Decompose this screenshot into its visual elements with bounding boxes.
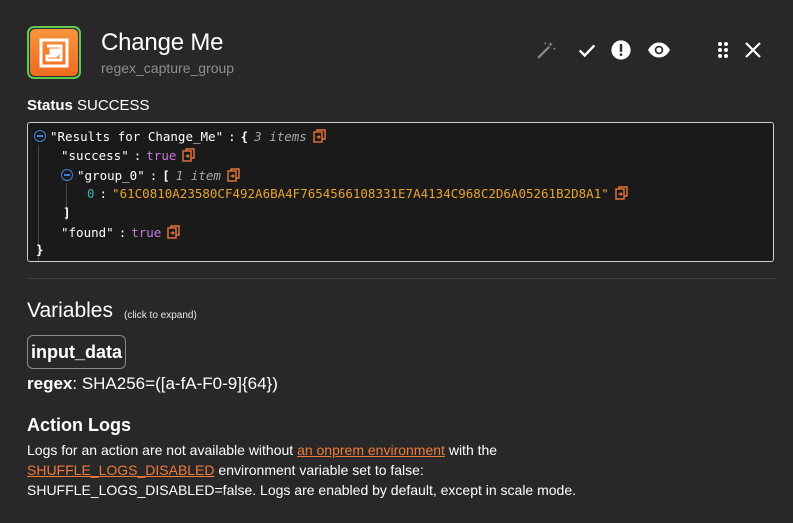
variables-expand-hint[interactable]: (click to expand) xyxy=(124,310,197,321)
json-key: "found" xyxy=(61,224,114,240)
variable-value: : SHA256=([a-fA-F0-9]{64}) xyxy=(72,374,278,393)
json-row-item: 0 : "61C0810A23580CF492A6BA4F76545661083… xyxy=(87,184,628,202)
variable-key: regex xyxy=(27,374,73,393)
json-result-viewer: "Results for Change_Me" : { 3 items "suc… xyxy=(27,122,774,262)
copy-icon[interactable] xyxy=(227,168,240,182)
variable-chip-input-data[interactable]: input_data xyxy=(27,335,127,369)
collapse-icon[interactable] xyxy=(61,169,73,181)
json-key: "group_0" xyxy=(77,167,145,183)
alert-circle-icon[interactable] xyxy=(609,38,633,62)
json-row-root-close: } xyxy=(36,240,44,258)
variable-regex: regex: SHA256=([a-fA-F0-9]{64}) xyxy=(27,374,278,394)
json-bool-value: true xyxy=(146,147,177,163)
json-open-brace: { xyxy=(240,128,249,144)
header-toolbar xyxy=(0,36,793,64)
json-string-value: "61C0810A23580CF492A6BA4F7654566108331E7… xyxy=(112,185,609,201)
copy-icon[interactable] xyxy=(313,129,326,143)
status-value: SUCCESS xyxy=(77,97,150,114)
close-icon[interactable] xyxy=(741,38,765,62)
eye-icon[interactable] xyxy=(647,38,671,62)
json-item-count: 1 item xyxy=(175,167,221,183)
json-close-brace: } xyxy=(36,241,44,257)
section-divider xyxy=(27,278,776,279)
json-open-bracket: [ xyxy=(162,167,170,183)
check-icon[interactable] xyxy=(575,38,599,62)
json-row-group: "group_0" : [ 1 item xyxy=(61,166,240,184)
magic-wand-icon[interactable] xyxy=(534,38,558,62)
status-label: Status xyxy=(27,97,73,114)
status-line: Status SUCCESS xyxy=(27,97,150,114)
copy-icon[interactable] xyxy=(182,148,196,162)
shuffle-logs-disabled-link[interactable]: SHUFFLE_LOGS_DISABLED xyxy=(27,462,215,478)
json-array-index: 0 xyxy=(87,185,95,201)
json-row-found: "found" : true xyxy=(61,223,181,241)
onprem-environment-link[interactable]: an onprem environment xyxy=(297,442,445,458)
variables-heading[interactable]: Variables xyxy=(27,299,113,323)
json-key: "Results for Change_Me" xyxy=(50,128,224,144)
json-row-success: "success" : true xyxy=(61,146,196,164)
action-result-panel: Change Me regex_capture_group Status SUC… xyxy=(0,0,793,523)
drag-handle-icon[interactable] xyxy=(711,38,735,62)
collapse-icon[interactable] xyxy=(34,130,46,142)
action-logs-heading: Action Logs xyxy=(27,415,131,435)
json-key: "success" xyxy=(61,147,129,163)
action-logs-text: Logs for an action are not available wit… xyxy=(27,442,577,498)
json-bool-value: true xyxy=(131,224,162,240)
json-item-count: 3 items xyxy=(254,128,307,144)
json-close-bracket: ] xyxy=(63,204,71,220)
json-root-row: "Results for Change_Me" : { 3 items xyxy=(34,127,326,145)
copy-icon[interactable] xyxy=(167,225,181,239)
json-row-group-close: ] xyxy=(63,203,71,221)
copy-icon[interactable] xyxy=(615,186,628,200)
